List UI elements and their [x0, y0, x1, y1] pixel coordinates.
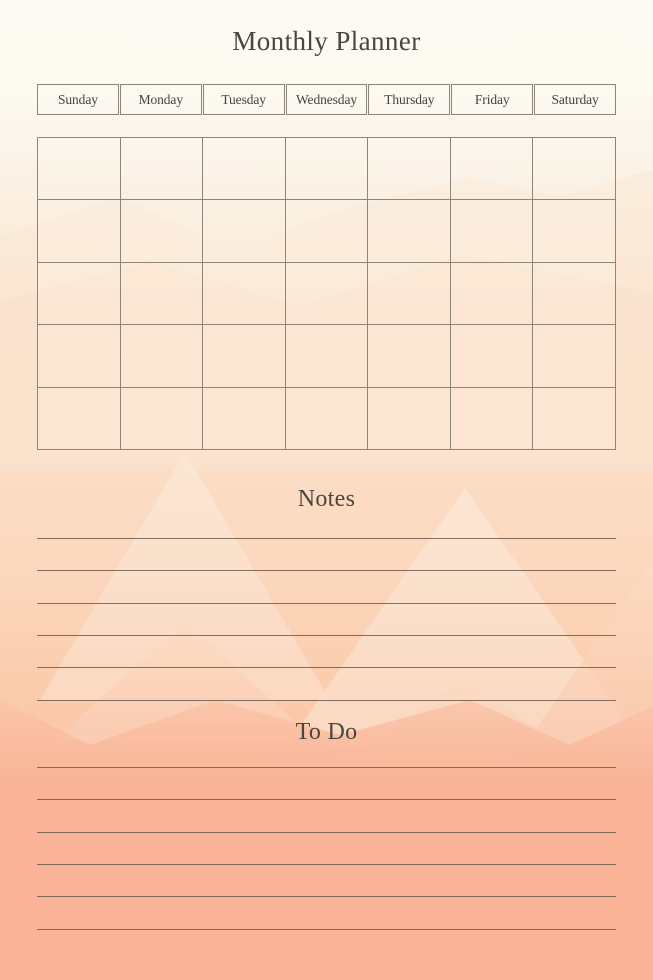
todo-write-line[interactable]: [37, 831, 616, 833]
todo-write-line[interactable]: [37, 896, 616, 898]
todo-write-line[interactable]: [37, 799, 616, 801]
todo-write-line[interactable]: [37, 767, 616, 768]
todo-write-line[interactable]: [37, 928, 616, 930]
planner-page: Monthly Planner Sunday Monday Tuesday We…: [0, 0, 653, 980]
todo-ruled-lines: [37, 0, 616, 980]
todo-write-line[interactable]: [37, 863, 616, 865]
